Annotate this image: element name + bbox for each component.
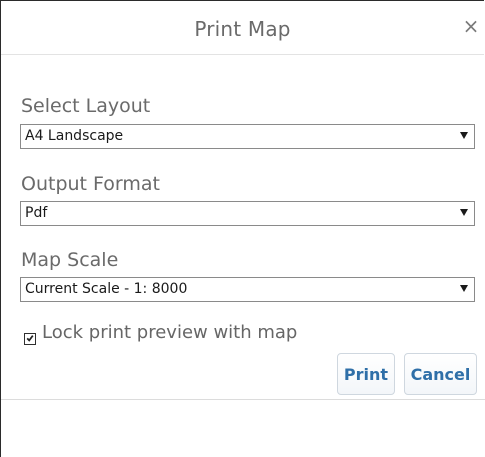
dialog-title: Print Map [194,17,291,41]
map-scale-label: Map Scale [21,249,119,271]
checkmark-icon [26,335,34,342]
select-layout-value: A4 Landscape [25,128,124,144]
print-button[interactable]: Print [337,353,395,395]
output-format-value: Pdf [25,205,48,221]
output-format-label: Output Format [21,173,160,195]
close-icon[interactable]: × [462,16,480,36]
dialog-header: Print Map × [1,1,484,55]
footer-divider [1,399,485,400]
cancel-button[interactable]: Cancel [404,353,477,395]
output-format-dropdown[interactable]: Pdf [20,201,475,226]
map-scale-value: Current Scale - 1: 8000 [25,281,188,297]
map-scale-dropdown[interactable]: Current Scale - 1: 8000 [20,277,475,302]
print-map-dialog: Print Map × Select Layout A4 Landscape O… [0,0,485,457]
lock-preview-label[interactable]: Lock print preview with map [42,322,297,343]
select-layout-label: Select Layout [21,95,151,117]
select-layout-dropdown[interactable]: A4 Landscape [20,124,475,149]
chevron-down-icon [460,209,468,216]
chevron-down-icon [460,132,468,139]
chevron-down-icon [460,285,468,292]
lock-preview-checkbox[interactable] [24,333,36,345]
